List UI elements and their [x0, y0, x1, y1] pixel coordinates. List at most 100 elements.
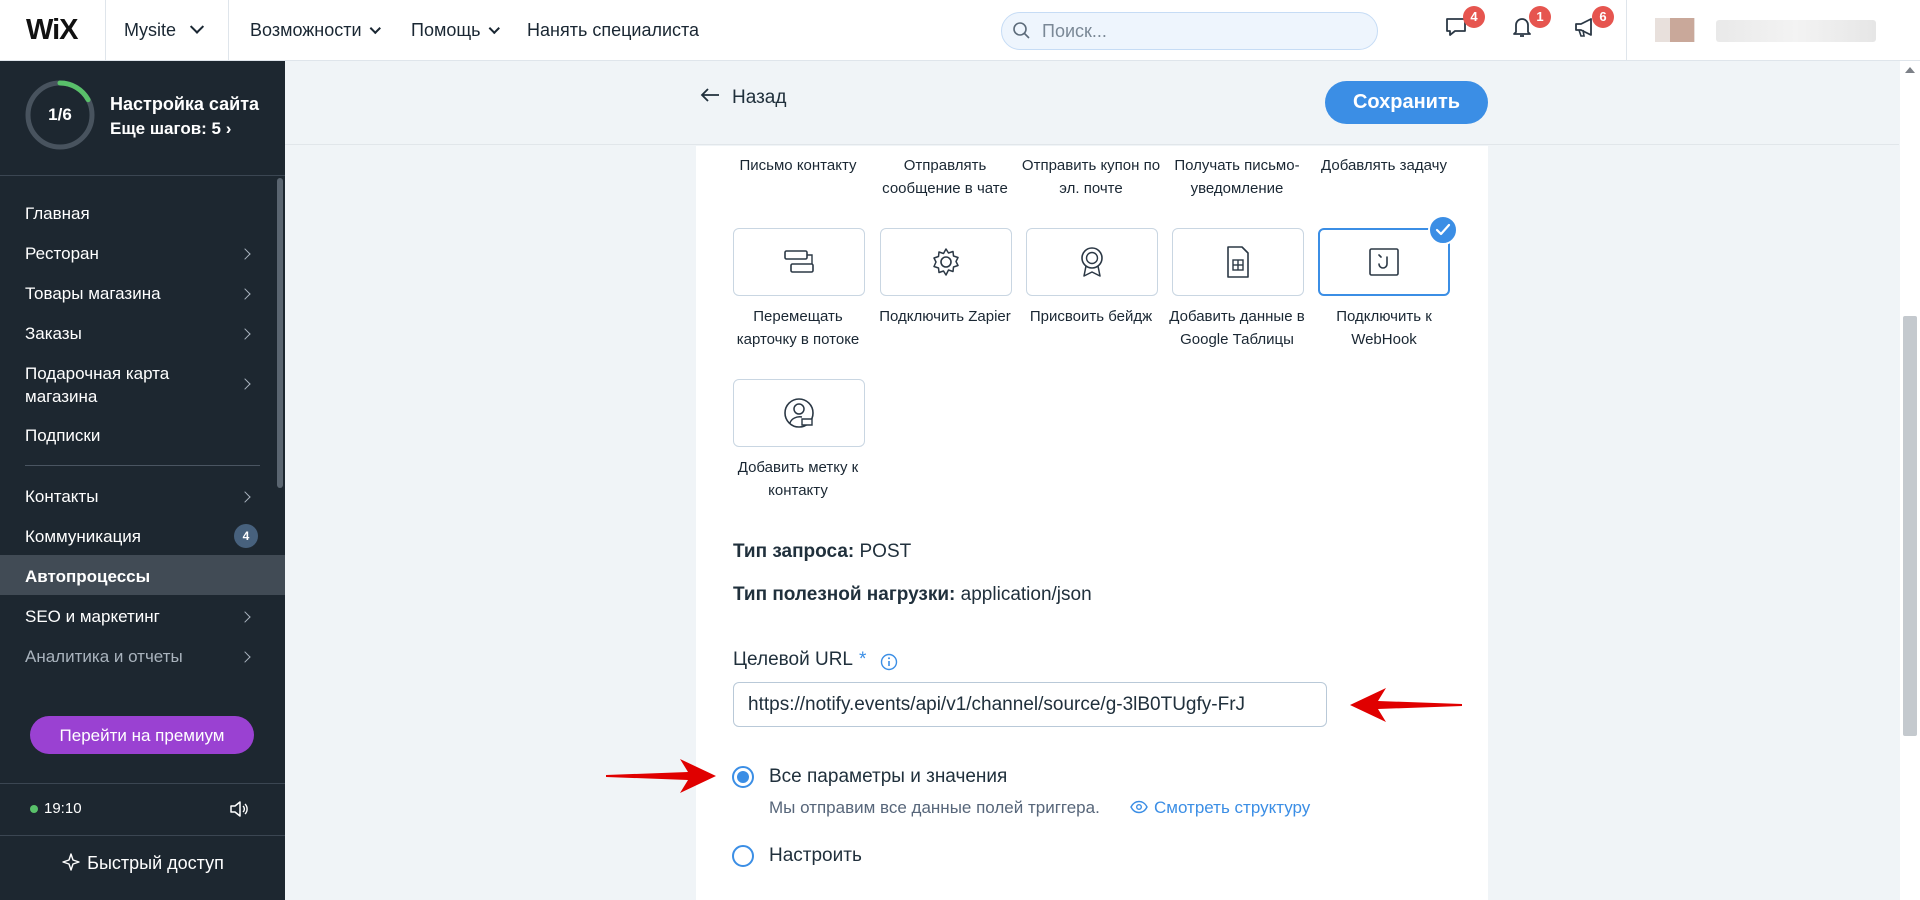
target-url-label: Целевой URL *	[733, 649, 867, 670]
communication-count-badge: 4	[234, 524, 258, 548]
radio-all-params-label[interactable]: Все параметры и значения	[769, 766, 1007, 788]
nav-hire-expert[interactable]: Нанять специалиста	[527, 20, 699, 41]
sidebar-divider	[0, 175, 285, 176]
target-url-input[interactable]	[733, 682, 1327, 727]
upgrade-premium-button[interactable]: Перейти на премиум	[30, 716, 254, 754]
action-tile-badge[interactable]	[1026, 228, 1158, 296]
chevron-right-icon	[239, 288, 251, 300]
sidebar-divider	[0, 783, 285, 784]
action-label-chat-message[interactable]: Отправлять сообщение в чате	[875, 154, 1015, 200]
chevron-right-icon	[239, 248, 251, 260]
save-button[interactable]: Сохранить	[1325, 81, 1488, 124]
setup-steps-link[interactable]: Еще шагов: 5 ›	[110, 119, 231, 139]
payload-type-value: application/json	[960, 584, 1092, 605]
payload-type-row: Тип полезной нагрузки: application/json	[733, 584, 1092, 605]
action-tile-move-card[interactable]	[733, 228, 865, 296]
chevron-down-icon	[189, 19, 205, 34]
site-name: Mysite	[124, 20, 177, 40]
sidebar-item-home[interactable]: Главная	[0, 204, 285, 224]
action-label-zapier[interactable]: Подключить Zapier	[875, 305, 1015, 328]
top-bar: WiX Mysite Возможности Помощь Нанять спе…	[0, 0, 1920, 61]
notifications-button[interactable]: 1	[1509, 6, 1551, 44]
sidebar-item-orders[interactable]: Заказы	[0, 324, 285, 344]
annotation-arrow-right	[606, 759, 716, 793]
info-icon[interactable]	[880, 653, 898, 671]
notifications-count-badge: 1	[1529, 6, 1551, 28]
required-mark: *	[859, 649, 867, 670]
action-label-badge[interactable]: Присвоить бейдж	[1021, 305, 1161, 328]
action-label-google-sheets[interactable]: Добавить данные в Google Таблицы	[1167, 305, 1307, 351]
action-label-contact-tag[interactable]: Добавить метку к контакту	[728, 456, 868, 502]
page-scrollbar[interactable]	[1900, 61, 1920, 900]
request-type-value: POST	[859, 541, 912, 562]
action-tile-google-sheets[interactable]	[1172, 228, 1304, 296]
announcements-button[interactable]: 6	[1572, 6, 1614, 44]
sidebar-item-restaurant[interactable]: Ресторан	[0, 244, 285, 264]
action-label-notification-email[interactable]: Получать письмо-уведомление	[1167, 154, 1307, 200]
wix-logo[interactable]: WiX	[26, 14, 79, 47]
radio-customize[interactable]	[732, 845, 754, 867]
sidebar-item-store-products[interactable]: Товары магазина	[0, 284, 285, 304]
chat-button[interactable]: 4	[1443, 6, 1485, 44]
sidebar-item-automations[interactable]: Автопроцессы	[0, 555, 285, 595]
divider	[105, 0, 106, 61]
action-label-email-contact[interactable]: Письмо контакту	[728, 154, 868, 177]
sidebar: 1/6 Настройка сайта Еще шагов: 5 › Главн…	[0, 61, 285, 900]
page-scroll-thumb[interactable]	[1903, 316, 1917, 736]
action-label-webhook[interactable]: Подключить к WebHook	[1314, 305, 1454, 351]
nav-features[interactable]: Возможности	[250, 20, 381, 41]
avatar[interactable]	[1670, 18, 1694, 42]
action-tile-contact-tag[interactable]	[733, 379, 865, 447]
move-card-icon	[784, 250, 814, 273]
sidebar-item-analytics[interactable]: Аналитика и отчеты	[0, 647, 285, 667]
chevron-right-icon	[239, 378, 251, 390]
page-header	[285, 61, 1899, 145]
chevron-down-icon	[369, 22, 381, 35]
webhook-icon	[1369, 248, 1399, 276]
sparkle-icon	[62, 853, 80, 871]
site-selector[interactable]: Mysite	[124, 19, 205, 41]
nav-help[interactable]: Помощь	[411, 20, 500, 41]
eye-icon	[1130, 800, 1148, 814]
chevron-right-icon	[239, 491, 251, 503]
scroll-up-icon[interactable]	[1905, 67, 1915, 73]
speaker-icon[interactable]	[228, 798, 250, 820]
divider	[1626, 0, 1627, 61]
search-box[interactable]	[1001, 12, 1378, 50]
account-name-blurred[interactable]	[1716, 20, 1876, 42]
setup-progress-ring[interactable]: 1/6	[24, 79, 96, 151]
badge-icon	[1081, 247, 1103, 277]
action-label-move-card[interactable]: Перемещать карточку в потоке	[728, 305, 868, 351]
annotation-arrow-left	[1350, 688, 1462, 722]
chevron-right-icon	[239, 611, 251, 623]
radio-customize-label[interactable]: Настроить	[769, 845, 862, 867]
action-label-send-coupon[interactable]: Отправить купон по эл. почте	[1021, 154, 1161, 200]
sidebar-item-contacts[interactable]: Контакты	[0, 487, 285, 507]
chevron-right-icon	[239, 651, 251, 663]
chevron-down-icon	[488, 22, 500, 35]
chat-count-badge: 4	[1463, 6, 1485, 28]
setup-progress-text: 1/6	[48, 105, 72, 124]
sidebar-item-seo-marketing[interactable]: SEO и маркетинг	[0, 607, 285, 627]
radio-all-params[interactable]	[732, 766, 754, 788]
gear-icon	[933, 248, 959, 276]
sidebar-item-subscriptions[interactable]: Подписки	[0, 426, 285, 446]
sheets-icon	[1227, 246, 1249, 278]
contact-tag-icon	[784, 398, 814, 428]
chevron-right-icon	[239, 328, 251, 340]
sidebar-scrollbar[interactable]	[277, 178, 283, 488]
search-input[interactable]	[1040, 19, 1360, 43]
online-status-icon	[30, 805, 38, 813]
sidebar-item-communication[interactable]: Коммуникация 4	[0, 524, 285, 548]
sidebar-item-gift-card[interactable]: Подарочная карта магазина	[0, 362, 285, 408]
quick-access-button[interactable]: Быстрый доступ	[0, 853, 285, 874]
announcements-count-badge: 6	[1592, 6, 1614, 28]
sidebar-divider	[0, 835, 285, 836]
selected-check-icon	[1428, 215, 1458, 245]
setup-title[interactable]: Настройка сайта	[110, 94, 259, 115]
back-button[interactable]: Назад	[700, 87, 786, 109]
arrow-left-icon	[700, 88, 719, 102]
action-tile-zapier[interactable]	[880, 228, 1012, 296]
action-label-add-task[interactable]: Добавлять задачу	[1314, 154, 1454, 177]
view-structure-link[interactable]: Смотреть структуру	[1130, 798, 1310, 818]
